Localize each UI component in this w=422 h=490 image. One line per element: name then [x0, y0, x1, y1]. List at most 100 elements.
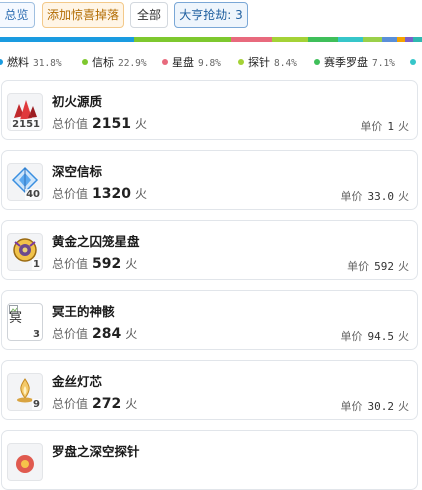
- legend-item-beacon: 信标 22.9%: [82, 56, 147, 71]
- legend-item-astrolabe: 星盘 9.8%: [162, 56, 221, 71]
- currency-label: 火: [398, 260, 409, 273]
- legend-label: 信标: [92, 56, 114, 69]
- item-unit-price: 单价 33.0 火: [341, 188, 410, 204]
- total-label: 总价值: [52, 117, 89, 131]
- item-name: 黄金之囚笼星盘: [52, 234, 140, 249]
- unit-price-label: 单价: [340, 400, 363, 413]
- unit-price-value: 592: [374, 260, 394, 273]
- probe-icon: [7, 443, 43, 481]
- currency-label: 火: [398, 400, 409, 413]
- currency-label: 火: [398, 330, 409, 343]
- item-quantity: 1: [32, 259, 41, 270]
- item-name: 罗盘之深空探针: [52, 444, 140, 459]
- item-quantity: 3: [32, 329, 41, 340]
- currency-label: 火: [125, 327, 138, 341]
- legend-dot: [162, 59, 168, 65]
- item-unit-price: 单价 1 火: [360, 118, 409, 134]
- legend-dot: [314, 59, 320, 65]
- distribution-legend: 燃料 31.8% 信标 22.9% 星盘 9.8% 探针 8.4% 赛季罗盘 7.1%: [0, 56, 422, 70]
- unit-price-label: 单价: [360, 120, 383, 133]
- currency-label: 火: [125, 257, 138, 271]
- beacon-icon: 40: [7, 163, 43, 201]
- distribution-segment: [0, 37, 135, 42]
- item-unit-price: 单价 94.5 火: [341, 328, 410, 344]
- item-card[interactable]: 2151 初火源质 总价值 2151 火 单价 1 火: [1, 80, 418, 140]
- item-card[interactable]: 1 黄金之囚笼星盘 总价值 592 火 单价 592 火: [1, 220, 418, 280]
- unit-price-label: 单价: [340, 330, 363, 343]
- item-card[interactable]: 冥 3 冥王的神骸 总价值 284 火 单价 94.5 火: [1, 290, 418, 350]
- legend-item-more: [410, 56, 420, 70]
- item-name: 金丝灯芯: [52, 374, 103, 389]
- item-total-value: 总价值 592 火: [52, 255, 137, 272]
- legend-label: 探针: [248, 56, 270, 69]
- tab-add-surprise-drop[interactable]: 添加惊喜掉落: [42, 2, 124, 28]
- item-total-value: 总价值 284 火: [52, 325, 137, 342]
- unit-price-value: 33.0: [367, 190, 395, 203]
- crystal-icon: 2151: [7, 93, 43, 131]
- item-name: 初火源质: [52, 94, 103, 109]
- currency-label: 火: [398, 120, 409, 133]
- item-card[interactable]: 40 深空信标 总价值 1320 火 单价 33.0 火: [1, 150, 418, 210]
- item-card[interactable]: 罗盘之深空探针: [1, 430, 418, 490]
- broken-image-alt: 冥: [9, 311, 23, 326]
- total-label: 总价值: [52, 397, 89, 411]
- tab-tycoon-heist[interactable]: 大亨抢劫: 3: [174, 2, 248, 28]
- legend-item-fuel: 燃料 31.8%: [0, 56, 62, 71]
- item-total-value: 总价值 2151 火: [52, 115, 147, 132]
- unit-price-value: 1: [387, 120, 394, 133]
- item-quantity: 40: [25, 189, 41, 200]
- legend-pct: 9.8%: [198, 58, 221, 69]
- item-quantity: 9: [32, 399, 41, 410]
- currency-label: 火: [125, 397, 138, 411]
- item-card[interactable]: 9 金丝灯芯 总价值 272 火 单价 30.2 火: [1, 360, 418, 420]
- unit-price-value: 94.5: [367, 330, 395, 343]
- legend-dot: [238, 59, 244, 65]
- distribution-segment: [405, 37, 414, 42]
- legend-dot: [410, 59, 416, 65]
- legend-dot: [0, 59, 3, 65]
- legend-pct: 7.1%: [372, 58, 395, 69]
- total-number: 1320: [92, 186, 131, 202]
- item-unit-price: 单价 592 火: [347, 258, 409, 274]
- astrolabe-icon: 1: [7, 233, 43, 271]
- distribution-segment: [230, 37, 273, 42]
- distribution-segment: [272, 37, 308, 42]
- legend-pct: 8.4%: [274, 58, 297, 69]
- total-label: 总价值: [52, 187, 89, 201]
- legend-label: 燃料: [7, 56, 29, 69]
- legend-label: 赛季罗盘: [324, 56, 368, 69]
- currency-label: 火: [398, 190, 409, 203]
- total-number: 592: [92, 256, 122, 272]
- tab-all[interactable]: 全部: [130, 2, 168, 28]
- total-number: 284: [92, 326, 122, 342]
- item-total-value: 总价值 272 火: [52, 395, 137, 412]
- item-name: 冥王的神骸: [52, 304, 115, 319]
- wick-icon: 9: [7, 373, 43, 411]
- legend-item-season-compass: 赛季罗盘 7.1%: [314, 56, 395, 71]
- total-number: 272: [92, 396, 122, 412]
- legend-label: 星盘: [172, 56, 194, 69]
- total-label: 总价值: [52, 257, 89, 271]
- legend-item-probe: 探针 8.4%: [238, 56, 297, 71]
- distribution-segment: [396, 37, 406, 42]
- tab-overview[interactable]: 总览: [0, 2, 35, 28]
- unit-price-value: 30.2: [367, 400, 395, 413]
- legend-pct: 31.8%: [33, 58, 62, 69]
- total-number: 2151: [92, 116, 131, 132]
- unit-price-label: 单价: [340, 190, 363, 203]
- item-total-value: 总价值 1320 火: [52, 185, 147, 202]
- distribution-segment: [134, 37, 231, 42]
- currency-label: 火: [134, 187, 147, 201]
- distribution-segment: [362, 37, 382, 42]
- item-unit-price: 单价 30.2 火: [341, 398, 410, 414]
- distribution-segment: [337, 37, 363, 42]
- total-label: 总价值: [52, 327, 89, 341]
- currency-label: 火: [134, 117, 147, 131]
- item-quantity: 2151: [11, 119, 41, 130]
- unit-price-label: 单价: [347, 260, 370, 273]
- broken-image-icon: 冥 3: [7, 303, 43, 341]
- distribution-segment: [381, 37, 397, 42]
- legend-pct: 22.9%: [118, 58, 147, 69]
- legend-dot: [82, 59, 88, 65]
- tab-bar: 总览 添加惊喜掉落 全部 大亨抢劫: 3: [0, 0, 422, 32]
